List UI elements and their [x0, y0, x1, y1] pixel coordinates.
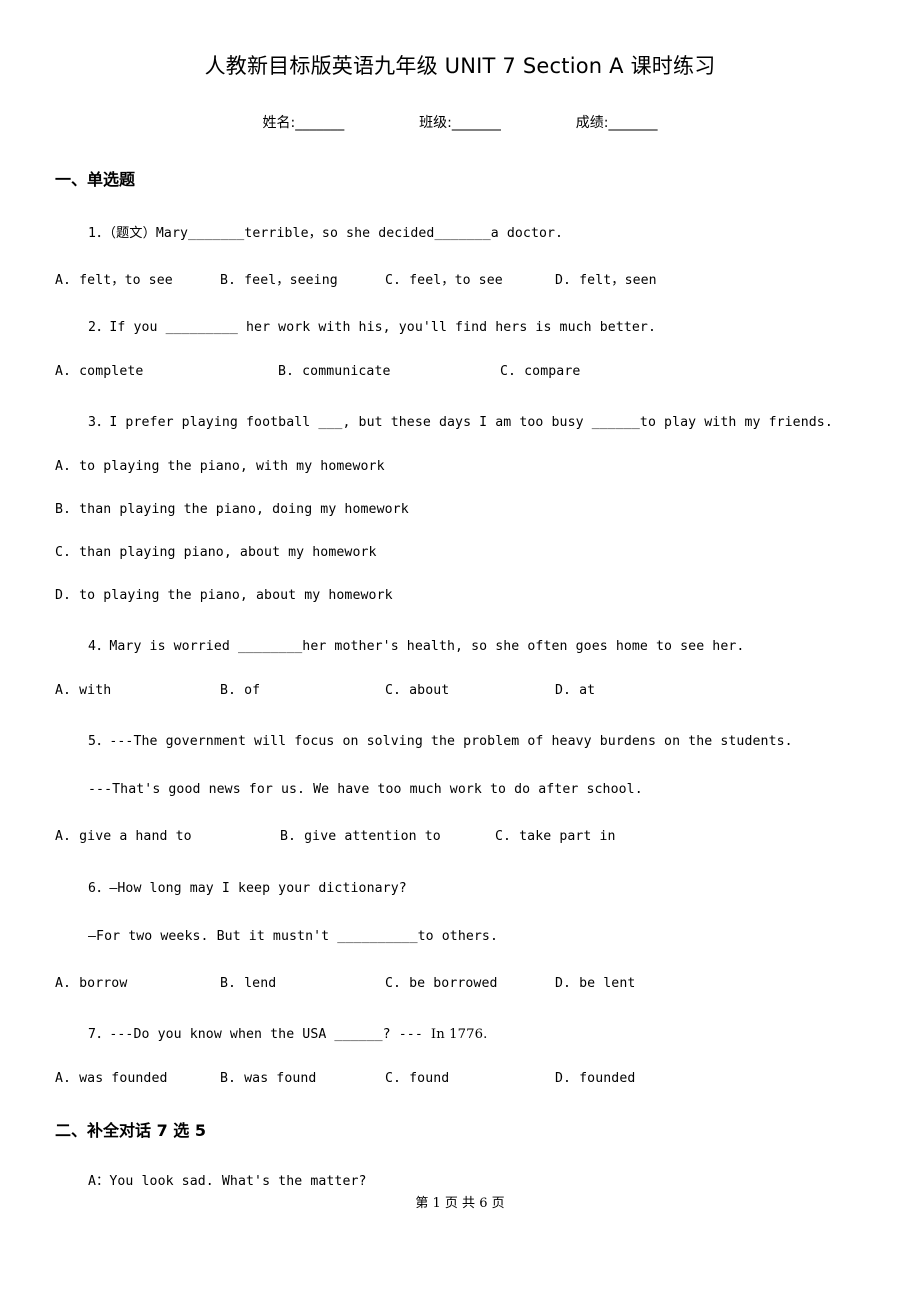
- question-7-option-b[interactable]: B. was found: [220, 1071, 316, 1086]
- question-4-stem: 4．Mary is worried ________her mother's h…: [88, 639, 745, 654]
- section-heading-2: 二、补全对话 7 选 5: [55, 1121, 206, 1140]
- question-3-stem: 3．I prefer playing football ___, but the…: [88, 415, 833, 430]
- question-7-option-a[interactable]: A. was founded: [55, 1071, 168, 1086]
- question-7-option-c[interactable]: C. found: [385, 1071, 449, 1086]
- section-heading-1: 一、单选题: [55, 170, 136, 189]
- question-5-option-a[interactable]: A. give a hand to: [55, 829, 192, 844]
- question-6-stem-line-1: 6．—How long may I keep your dictionary?: [88, 881, 407, 896]
- question-3-option-c[interactable]: C. than playing piano, about my homework: [55, 545, 377, 560]
- student-class-field[interactable]: 班级:_______: [419, 112, 501, 132]
- question-4-option-c[interactable]: C. about: [385, 683, 449, 698]
- question-7-stem-prefix: 7．---Do you know when the USA ______? --…: [88, 1027, 431, 1042]
- question-7-option-d[interactable]: D. founded: [555, 1071, 635, 1086]
- question-3-option-a[interactable]: A. to playing the piano, with my homewor…: [55, 459, 385, 474]
- question-5-option-c[interactable]: C. take part in: [495, 829, 616, 844]
- question-6-option-c[interactable]: C. be borrowed: [385, 976, 498, 991]
- student-score-field[interactable]: 成绩:_______: [576, 112, 658, 132]
- dialogue-line-1: A：You look sad. What's the matter?: [88, 1174, 367, 1189]
- question-7-stem: 7．---Do you know when the USA ______? --…: [88, 1023, 487, 1042]
- question-4-option-d[interactable]: D. at: [555, 683, 595, 698]
- page-title: 人教新目标版英语九年级 UNIT 7 Section A 课时练习: [204, 54, 716, 78]
- page-footer: 第 1 页 共 6 页: [415, 1196, 505, 1211]
- question-2-option-c[interactable]: C. compare: [500, 364, 580, 379]
- question-2-stem: 2．If you _________ her work with his, yo…: [88, 320, 657, 335]
- question-5-stem-line-1: 5．---The government will focus on solvin…: [88, 734, 793, 749]
- student-info-row: 姓名:_______ 班级:_______ 成绩:_______: [0, 112, 920, 132]
- question-6-option-d[interactable]: D. be lent: [555, 976, 635, 991]
- question-5-stem-line-2: ---That's good news for us. We have too …: [88, 782, 643, 797]
- student-name-field[interactable]: 姓名:_______: [263, 112, 345, 132]
- question-6-stem-line-2: —For two weeks. But it mustn't _________…: [88, 929, 499, 944]
- question-1-stem: 1．（题文）Mary_______terrible，so she decided…: [88, 226, 564, 241]
- question-6-option-a[interactable]: A. borrow: [55, 976, 127, 991]
- question-1-option-a[interactable]: A. felt，to see: [55, 269, 173, 288]
- exam-page: 人教新目标版英语九年级 UNIT 7 Section A 课时练习 姓名:___…: [0, 0, 920, 1302]
- question-2-option-a[interactable]: A. complete: [55, 364, 143, 379]
- question-7-stem-answer: In 1776.: [430, 1027, 488, 1042]
- question-1-option-d[interactable]: D. felt，seen: [555, 269, 657, 288]
- question-2-option-b[interactable]: B. communicate: [278, 364, 391, 379]
- question-4-option-b[interactable]: B. of: [220, 683, 260, 698]
- question-4-option-a[interactable]: A. with: [55, 683, 111, 698]
- question-3-option-d[interactable]: D. to playing the piano, about my homewo…: [55, 588, 393, 603]
- question-1-option-c[interactable]: C. feel，to see: [385, 269, 503, 288]
- question-5-option-b[interactable]: B. give attention to: [280, 829, 441, 844]
- question-6-option-b[interactable]: B. lend: [220, 976, 276, 991]
- question-3-option-b[interactable]: B. than playing the piano, doing my home…: [55, 502, 409, 517]
- question-1-option-b[interactable]: B. feel，seeing: [220, 269, 338, 288]
